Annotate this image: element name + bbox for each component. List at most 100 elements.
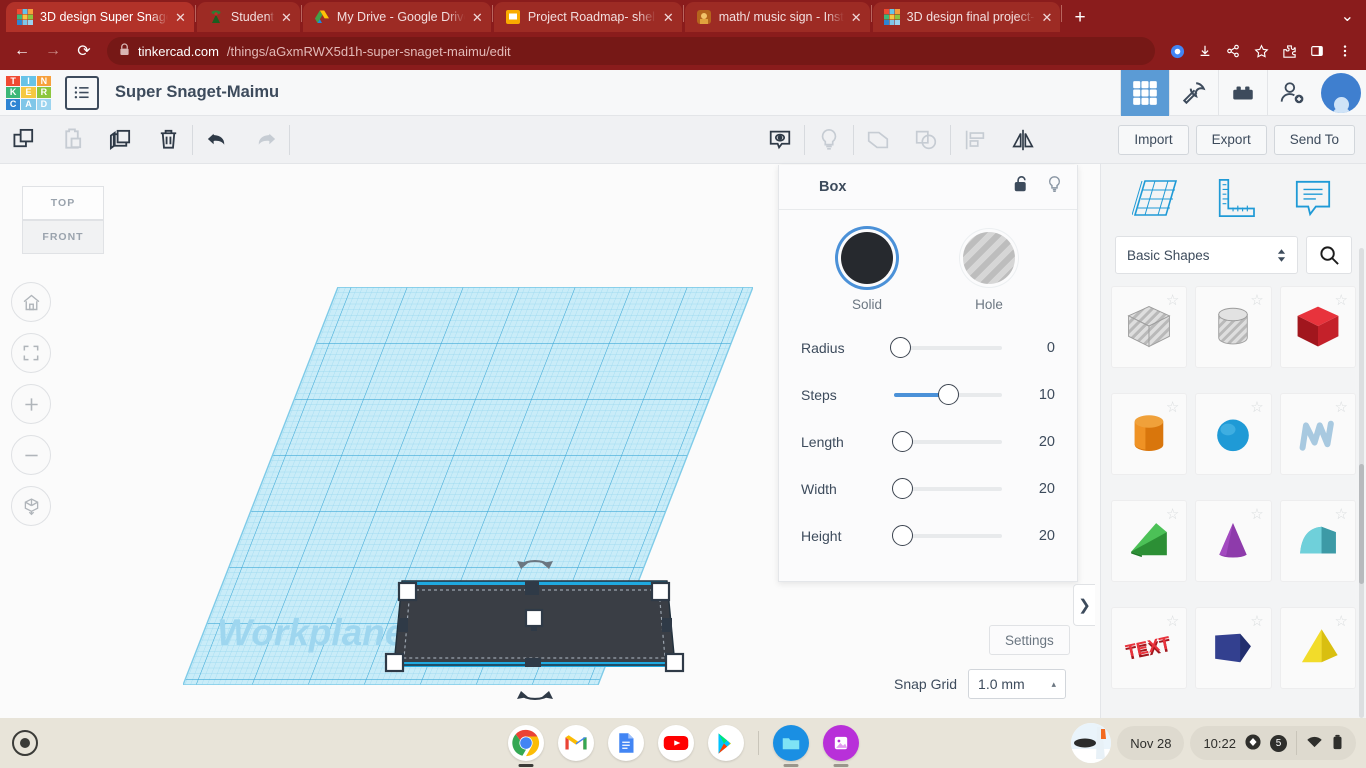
slider-value[interactable]: 0 [1047,340,1055,356]
view-cube[interactable]: TOP FRONT [22,182,104,254]
favorite-star-icon[interactable]: ☆ [1166,398,1179,416]
shape-scribble[interactable]: ☆ [1280,393,1356,475]
share-icon[interactable] [1220,38,1246,64]
group-icon[interactable] [854,116,902,164]
browser-tab-1[interactable]: Student ✕ [197,2,300,32]
slider-knob[interactable] [892,431,913,452]
install-icon[interactable] [1192,38,1218,64]
menu-icon[interactable] [1332,38,1358,64]
gallery-icon[interactable] [823,725,859,761]
youtube-icon[interactable] [658,725,694,761]
shape-text-red[interactable]: ☆ TEXT TEXT [1111,607,1187,689]
tab-close-button[interactable]: ✕ [663,11,674,24]
tab-search-button[interactable]: ⌄ [1341,6,1366,32]
view-cube-front[interactable]: FRONT [22,220,104,254]
slider-knob[interactable] [890,337,911,358]
slider-value[interactable]: 20 [1039,481,1055,497]
shape-wedge-green[interactable]: ☆ [1111,500,1187,582]
docs-icon[interactable] [608,725,644,761]
files-icon[interactable] [773,725,809,761]
browser-tab-5[interactable]: 3D design final project- ✕ [873,2,1061,32]
copy-icon[interactable] [0,116,48,164]
import-button[interactable]: Import [1118,125,1188,155]
new-tab-button[interactable]: + [1063,8,1096,32]
hole-swatch[interactable]: Hole [952,232,1026,312]
home-view-icon[interactable] [11,282,51,322]
browser-tab-3[interactable]: Project Roadmap- shell ✕ [494,2,682,32]
favorite-star-icon[interactable]: ☆ [1335,612,1348,630]
browser-tab-0[interactable]: 3D design Super Snage ✕ [6,2,194,32]
search-icon[interactable] [1306,236,1352,274]
bookmark-star-icon[interactable] [1248,38,1274,64]
slider-knob[interactable] [938,384,959,405]
reload-button[interactable]: ⟳ [70,37,98,65]
tab-close-button[interactable]: ✕ [281,11,292,24]
favorite-star-icon[interactable]: ☆ [1335,505,1348,523]
shape-cylinder-orange[interactable]: ☆ [1111,393,1187,475]
box-shape[interactable] [370,550,700,710]
favorite-star-icon[interactable]: ☆ [1335,291,1348,309]
zoom-in-icon[interactable] [11,384,51,424]
wallpaper-preview[interactable] [1071,723,1111,763]
chrome-icon[interactable] [508,725,544,761]
favorite-star-icon[interactable]: ☆ [1250,612,1263,630]
blocks-icon[interactable] [1218,70,1267,116]
favorite-star-icon[interactable]: ☆ [1250,291,1263,309]
play-store-icon[interactable] [708,725,744,761]
slider-track[interactable] [894,487,1002,491]
shape-box-red[interactable]: ☆ [1280,286,1356,368]
date-tray[interactable]: Nov 28 [1117,726,1184,760]
tab-close-button[interactable]: ✕ [1042,11,1053,24]
tinkercad-logo[interactable]: T I N K E R C A D [6,76,51,110]
slider-value[interactable]: 20 [1039,434,1055,450]
extensions-icon[interactable] [1276,38,1302,64]
align-icon[interactable] [951,116,999,164]
slider-knob[interactable] [892,478,913,499]
address-bar[interactable]: tinkercad.com/things/aGxmRWX5d1h-super-s… [107,37,1155,65]
favorite-star-icon[interactable]: ☆ [1166,505,1179,523]
light-bulb-icon[interactable] [805,116,853,164]
slider-value[interactable]: 10 [1039,387,1055,403]
favorite-star-icon[interactable]: ☆ [1166,291,1179,309]
sidepanel-icon[interactable] [1304,38,1330,64]
tab-close-button[interactable]: ✕ [851,11,862,24]
grid-view-icon[interactable] [1120,70,1169,116]
pickaxe-icon[interactable] [1169,70,1218,116]
slider-value[interactable]: 20 [1039,528,1055,544]
browser-tab-4[interactable]: math/ music sign - Inst ✕ [685,2,870,32]
workplane-icon[interactable] [1132,177,1178,224]
ruler-icon[interactable] [1212,178,1256,223]
favorite-star-icon[interactable]: ☆ [1250,398,1263,416]
snap-grid-select[interactable]: 1.0 mm ▴ [968,669,1066,699]
note-icon[interactable] [1291,178,1335,223]
show-hide-icon[interactable] [756,116,804,164]
list-menu-icon[interactable] [65,76,99,110]
settings-button[interactable]: Settings [989,625,1070,655]
shape-cylinder-hole[interactable]: ☆ [1195,286,1271,368]
zoom-out-icon[interactable] [11,435,51,475]
shape-pyramid-yellow[interactable]: ☆ [1280,607,1356,689]
shapes-scrollbar-thumb[interactable] [1359,464,1364,584]
shape-cone-purple[interactable]: ☆ [1195,500,1271,582]
panel-collapse-tab[interactable]: ❯ [1073,584,1095,626]
profile-dot-icon[interactable] [1164,38,1190,64]
tab-close-button[interactable]: ✕ [175,11,186,24]
slider-track[interactable] [894,534,1002,538]
paste-icon[interactable] [48,116,96,164]
status-tray[interactable]: 10:22 5 [1190,726,1356,760]
perspective-toggle-icon[interactable] [11,486,51,526]
solid-swatch[interactable]: Solid [830,232,904,312]
view-cube-top[interactable]: TOP [22,186,104,220]
fit-to-view-icon[interactable] [11,333,51,373]
shape-roof-teal[interactable]: ☆ [1280,500,1356,582]
unlock-icon[interactable] [1013,175,1030,199]
browser-tab-2[interactable]: My Drive - Google Drive ✕ [303,2,491,32]
ungroup-icon[interactable] [902,116,950,164]
shapes-category-select[interactable]: Basic Shapes [1115,236,1298,274]
redo-icon[interactable] [241,116,289,164]
slider-track[interactable] [894,393,1002,397]
favorite-star-icon[interactable]: ☆ [1250,505,1263,523]
export-button[interactable]: Export [1196,125,1267,155]
undo-icon[interactable] [193,116,241,164]
forward-button[interactable]: → [39,37,67,65]
